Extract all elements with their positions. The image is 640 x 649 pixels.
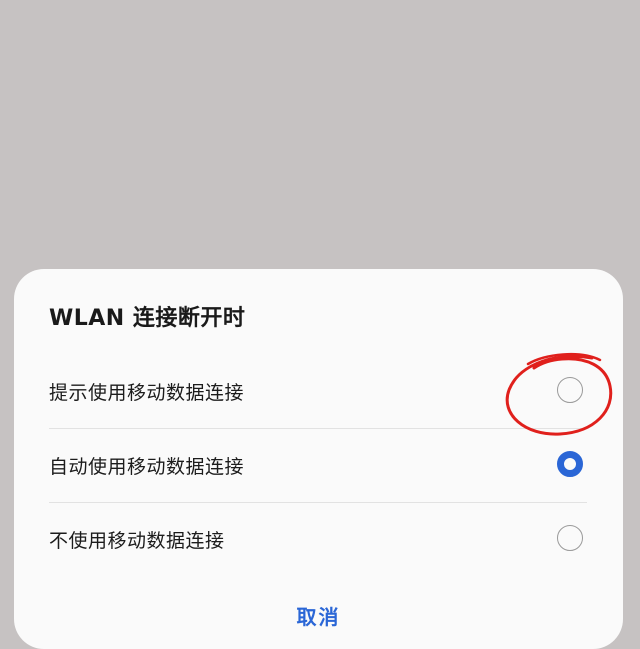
option-label: 提示使用移动数据连接 [49, 382, 245, 404]
radio-button-unselected[interactable] [557, 377, 583, 403]
dialog-title: WLAN 连接断开时 [49, 306, 246, 331]
option-label: 不使用移动数据连接 [49, 530, 225, 552]
option-prompt-mobile-data[interactable]: 提示使用移动数据连接 [49, 355, 587, 429]
option-no-mobile-data[interactable]: 不使用移动数据连接 [49, 503, 587, 577]
cancel-button[interactable]: 取消 [14, 601, 623, 630]
option-label: 自动使用移动数据连接 [49, 456, 245, 478]
radio-button-unselected[interactable] [557, 525, 583, 551]
radio-button-selected[interactable] [557, 451, 583, 477]
option-auto-mobile-data[interactable]: 自动使用移动数据连接 [49, 429, 587, 503]
wlan-disconnect-dialog: WLAN 连接断开时 提示使用移动数据连接 自动使用移动数据连接 不使用移动数据… [14, 269, 623, 649]
